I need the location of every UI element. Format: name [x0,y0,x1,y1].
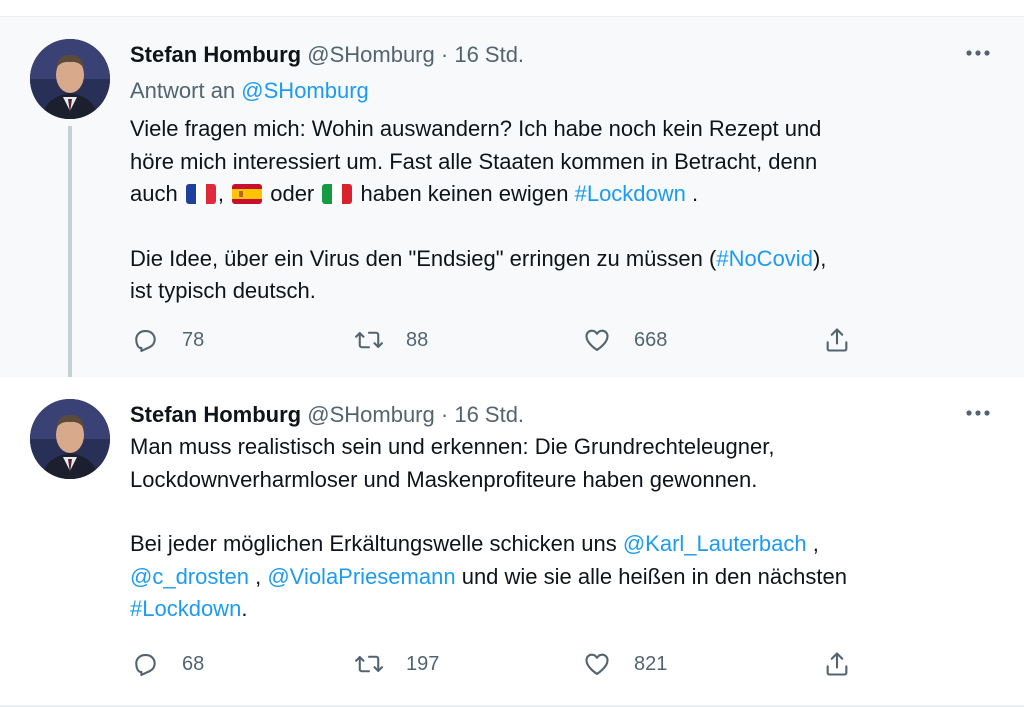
text-fragment: auch [130,181,178,206]
text-fragment: Bei jeder möglichen Erkältungswelle schi… [130,531,617,556]
tweet[interactable]: Stefan Homburg @SHomburg · 16 Std. Antwo… [0,17,1024,403]
avatar[interactable] [30,39,110,119]
text-fragment: und wie sie alle heißen in den nächsten [461,563,847,589]
hashtag-link[interactable]: #Lockdown [575,181,686,206]
text-fragment: oder [270,181,315,206]
author-handle[interactable]: @SHomburg [307,42,435,67]
mention-link[interactable]: @c_drosten [130,564,249,589]
hashtag-link[interactable]: #Lockdown [130,596,241,621]
paragraph: Man muss realistisch sein und erkennen: … [130,431,980,496]
reply-context: Antwort an @SHomburg [130,75,369,107]
share-button[interactable] [822,325,852,355]
reply-count: 68 [182,652,205,675]
share-button[interactable] [822,649,852,679]
tweet-text: Man muss realistisch sein und erkennen: … [130,431,980,626]
reply-icon [130,649,160,679]
reply-handle-link[interactable]: @SHomburg [241,78,369,103]
text-line: Viele fragen mich: Wohin auswandern? Ich… [130,116,822,141]
text-fragment: Die Idee, über ein Virus den "Endsieg" e… [130,245,717,271]
reply-count: 78 [182,328,205,351]
france-flag-icon [185,184,216,204]
text-line: höre mich interessiert um. Fast alle Sta… [130,148,818,174]
thread-connector [68,126,72,403]
retweet-count: 197 [406,652,440,675]
tweet[interactable]: Stefan Homburg @SHomburg · 16 Std. Man m… [0,377,1024,706]
paragraph: Viele fragen mich: Wohin auswandern? Ich… [130,113,980,211]
tweet-actions: 68 197 821 [130,649,870,679]
retweet-icon [354,649,384,679]
tweet-thread: Stefan Homburg @SHomburg · 16 Std. Antwo… [0,0,1024,707]
reply-icon [130,325,160,355]
tweet-actions: 78 88 668 [130,325,870,355]
tweet-text: Viele fragen mich: Wohin auswandern? Ich… [130,113,980,308]
more-options-button[interactable] [962,37,994,69]
author-name[interactable]: Stefan Homburg [130,402,301,427]
spain-flag-icon [232,184,263,204]
tweet-header: Stefan Homburg @SHomburg · 16 Std. [130,39,524,71]
mention-link[interactable]: @ViolaPriesemann [267,564,455,589]
heart-icon [582,649,612,679]
retweet-icon [354,325,384,355]
text-fragment: . [692,181,699,206]
text-line: ist typisch deutsch. [130,278,316,303]
mention-link[interactable]: @Karl_Lauterbach [623,531,807,556]
share-icon [822,649,852,679]
text-line: Lockdownverharmloser und Maskenprofiteur… [130,466,758,492]
more-horizontal-icon [965,49,991,57]
like-count: 821 [634,652,668,675]
tweet-header: Stefan Homburg @SHomburg · 16 Std. [130,399,524,431]
like-count: 668 [634,328,668,351]
paragraph: Die Idee, über ein Virus den "Endsieg" e… [130,243,980,308]
reply-button[interactable]: 78 [130,325,204,355]
retweet-count: 88 [406,328,429,351]
separator-dot: · [440,42,449,67]
reply-button[interactable]: 68 [130,649,204,679]
timestamp[interactable]: 16 Std. [454,402,524,427]
text-line: Man muss realistisch sein und erkennen: … [130,434,775,459]
separator-dot: · [440,402,449,427]
text-fragment: , [812,531,819,556]
text-fragment: ), [812,245,827,271]
avatar[interactable] [30,399,110,479]
top-divider [0,0,1024,17]
more-options-button[interactable] [962,397,994,429]
author-name[interactable]: Stefan Homburg [130,42,301,67]
text-fragment: , [255,563,262,589]
author-handle[interactable]: @SHomburg [307,402,435,427]
more-horizontal-icon [965,409,991,417]
text-fragment: haben keinen ewigen [360,181,569,206]
share-icon [822,325,852,355]
text-fragment: , [217,181,224,206]
like-button[interactable]: 821 [582,649,667,679]
like-button[interactable]: 668 [582,325,667,355]
reply-prefix: Antwort an [130,78,236,103]
retweet-button[interactable]: 197 [354,649,439,679]
text-fragment: . [241,596,248,621]
paragraph: Bei jeder möglichen Erkältungswelle schi… [130,528,980,626]
italy-flag-icon [322,184,353,204]
heart-icon [582,325,612,355]
timestamp[interactable]: 16 Std. [454,42,524,67]
retweet-button[interactable]: 88 [354,325,428,355]
hashtag-link[interactable]: #NoCovid [716,246,813,271]
